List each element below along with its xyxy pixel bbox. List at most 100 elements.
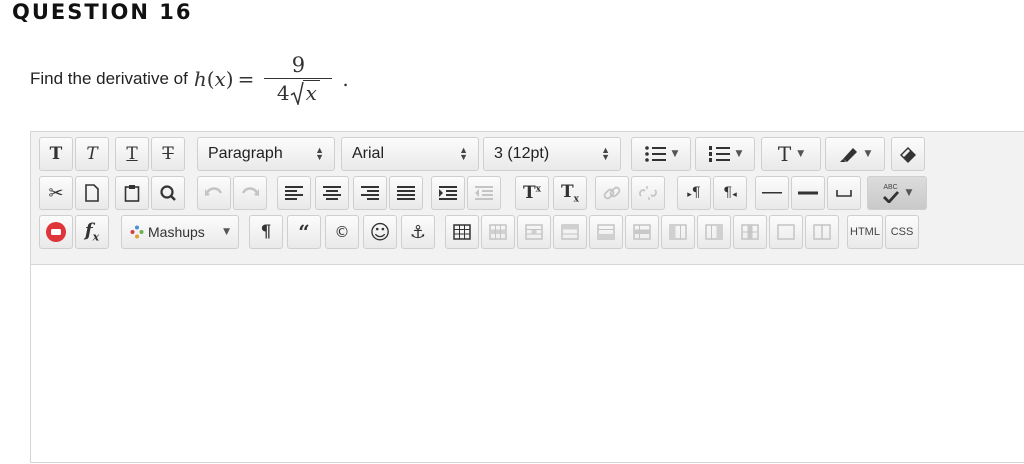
paragraph-mark-button[interactable]: ¶ [249,215,283,249]
chevron-down-icon: ▼ [864,149,872,159]
css-editor-button[interactable]: CSS [885,215,919,249]
paragraph-format-select[interactable]: Paragraph ▲ ▼ [197,137,335,171]
nonbreaking-space-button[interactable] [827,176,861,210]
clear-format-button[interactable] [891,137,925,171]
outdent-button[interactable] [467,176,501,210]
insert-col-after-button[interactable] [697,215,731,249]
html-source-button[interactable]: HTML [847,215,883,249]
italic-button[interactable]: T [75,137,109,171]
record-icon [46,222,66,242]
table-cell-icon [525,224,543,240]
indent-icon [439,186,457,200]
insert-anchor-button[interactable]: ⚓ [401,215,435,249]
chevron-down-icon: ▼ [905,188,913,198]
indent-button[interactable] [431,176,465,210]
rtl-direction-button[interactable]: ¶◂ [713,176,747,210]
pilcrow-icon: ¶ [260,222,272,242]
equals-sign: = [237,67,255,91]
align-center-icon [323,186,341,200]
align-right-button[interactable] [353,176,387,210]
unlink-button[interactable] [631,176,665,210]
font-family-value: Arial [352,145,385,162]
col-before-icon [669,224,687,240]
font-size-select[interactable]: 3 (12pt) ▲ ▼ [483,137,621,171]
select-arrows-icon: ▲ ▼ [315,145,324,162]
font-family-select[interactable]: Arial ▲ ▼ [341,137,479,171]
table-row-props-button[interactable] [481,215,515,249]
function-name: h [193,67,207,91]
insert-row-after-button[interactable] [589,215,623,249]
merge-cells-button[interactable] [805,215,839,249]
blockquote-button[interactable]: “ [287,215,321,249]
align-left-icon [285,186,303,200]
fraction: 9 4 x [264,53,333,105]
right-paren: ) [225,67,234,91]
editor-toolbar: T T T T Paragraph ▲ ▼ Arial ▲ ▼ 3 (12pt) ▲… [31,132,1024,265]
spellcheck-button[interactable]: ABC ▼ [867,176,927,210]
align-justify-button[interactable] [389,176,423,210]
insert-emoticon-button[interactable]: ☺ [363,215,397,249]
find-button[interactable] [151,176,185,210]
numbered-list-button[interactable]: ▼ [695,137,755,171]
delete-col-icon [741,224,759,240]
bold-icon: T [49,144,63,164]
italic-icon: T [86,144,98,164]
link-icon [603,186,621,200]
underline-button[interactable]: T [115,137,149,171]
variable: x [214,67,226,91]
paragraph-format-value: Paragraph [208,145,283,162]
fx-icon: fx [84,220,100,244]
text-editor: T T T T Paragraph ▲ ▼ Arial ▲ ▼ 3 (12pt) ▲… [30,131,1024,463]
fraction-numerator: 9 [291,53,306,77]
insert-link-button[interactable] [595,176,629,210]
space-icon [836,190,852,197]
radical-icon [290,81,304,105]
strikethrough-button[interactable]: T [151,137,185,171]
question-title: QUESTION 16 [12,0,193,24]
cut-button[interactable]: ✂ [39,176,73,210]
chevron-down-icon: ▼ [797,149,805,159]
col-after-icon [705,224,723,240]
insert-col-before-button[interactable] [661,215,695,249]
subscript-button[interactable]: Tx [553,176,587,210]
insert-row-before-button[interactable] [553,215,587,249]
denominator-coefficient: 4 [276,81,290,105]
ltr-direction-button[interactable]: ▸¶ [677,176,711,210]
text-color-button[interactable]: T ▼ [761,137,821,171]
smiley-icon: ☺ [369,220,391,244]
select-arrows-icon: ▲ ▼ [601,145,610,162]
superscript-button[interactable]: Tx [515,176,549,210]
align-center-button[interactable] [315,176,349,210]
bold-button[interactable]: T [39,137,73,171]
paste-button[interactable] [115,176,149,210]
copyright-icon: © [334,223,350,241]
delete-row-icon [633,224,651,240]
redo-button[interactable] [233,176,267,210]
align-left-button[interactable] [277,176,311,210]
mashups-menu[interactable]: Mashups ▼ [121,215,239,249]
record-button[interactable] [39,215,73,249]
rtl-paragraph-icon: ¶◂ [723,185,737,201]
split-cells-button[interactable] [769,215,803,249]
bullet-list-button[interactable]: ▼ [631,137,691,171]
quote-icon: “ [298,220,310,244]
subscript-icon: Tx [560,181,580,205]
editor-content-area[interactable] [31,265,1024,462]
undo-button[interactable] [197,176,231,210]
insert-copyright-button[interactable]: © [325,215,359,249]
horizontal-rule-button[interactable] [755,176,789,210]
font-size-value: 3 (12pt) [494,145,550,162]
highlight-color-button[interactable]: ▼ [825,137,885,171]
copy-button[interactable] [75,176,109,210]
math-formula-button[interactable]: fx [75,215,109,249]
redo-icon [241,187,259,196]
insert-table-button[interactable] [445,215,479,249]
thick-rule-button[interactable] [791,176,825,210]
ltr-paragraph-icon: ▸¶ [687,185,701,201]
align-right-icon [361,186,379,200]
delete-row-button[interactable] [625,215,659,249]
period: . [342,67,349,91]
row-before-icon [561,224,579,240]
table-cell-props-button[interactable] [517,215,551,249]
delete-col-button[interactable] [733,215,767,249]
